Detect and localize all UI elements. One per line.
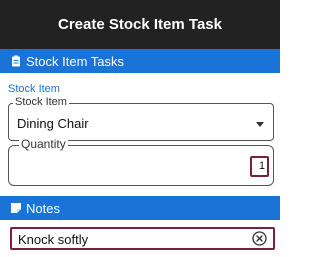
section-title-notes: Notes [26,200,60,216]
notes-header: Notes [0,196,280,220]
title-bar: Create Stock Item Task [0,0,280,49]
stock-item-value: Dining Chair [17,116,89,131]
page-title: Create Stock Item Task [58,16,222,33]
section-title-stock-item-tasks: Stock Item Tasks [26,53,125,69]
notes-value: Knock softly [18,232,89,247]
quantity-input[interactable]: 1 [250,156,269,177]
notes-input[interactable]: Knock softly [10,227,275,250]
caret-down-icon[interactable] [255,119,265,129]
stock-item-tasks-header: Stock Item Tasks [0,49,280,73]
note-icon [10,202,22,214]
quantity-legend: Quantity [19,137,68,151]
stock-item-select[interactable]: Stock Item Dining Chair [8,97,274,141]
clipboard-icon [10,55,22,67]
stock-item-group-label: Stock Item [8,83,60,95]
quantity-field[interactable]: Quantity 1 [8,138,274,186]
clear-icon[interactable] [251,230,268,247]
stock-item-legend: Stock Item [13,96,69,108]
